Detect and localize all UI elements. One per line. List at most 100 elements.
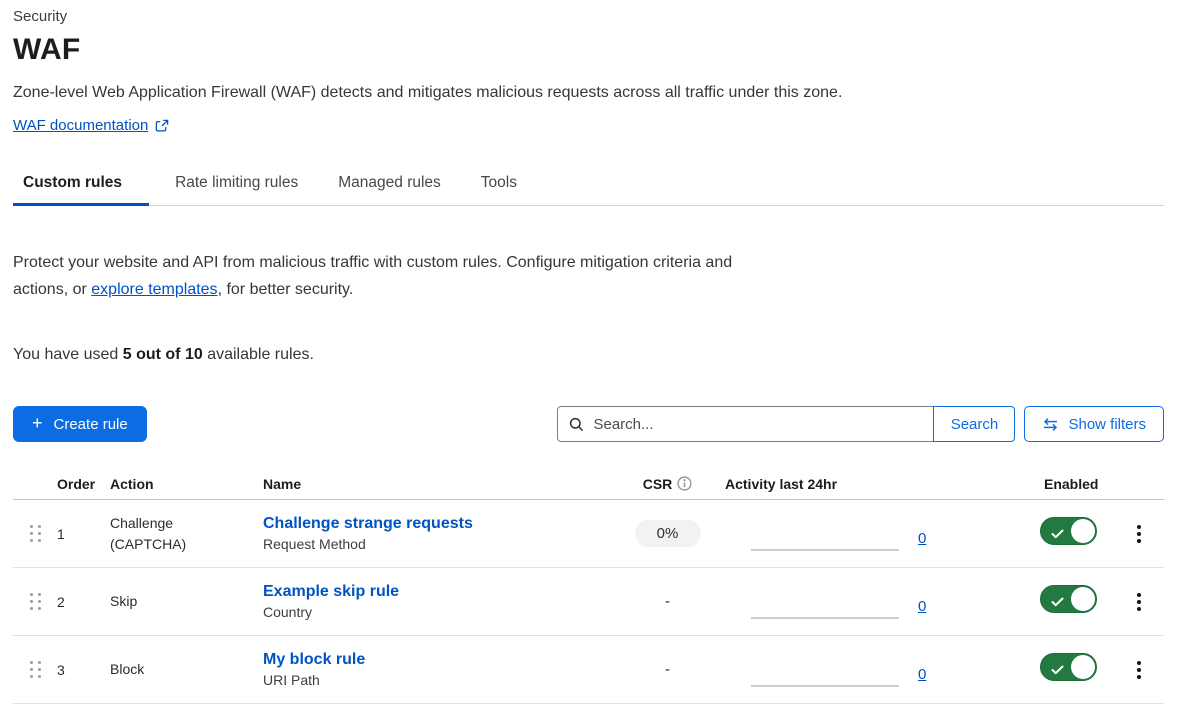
text-segment: , for better security.: [218, 281, 354, 298]
drag-handle-icon[interactable]: [26, 589, 45, 614]
activity-sparkline: [751, 617, 899, 619]
drag-cell: [13, 657, 57, 682]
drag-handle-icon[interactable]: [26, 521, 45, 546]
search-group: Search: [557, 406, 1015, 442]
enabled-cell: [1010, 653, 1114, 686]
rule-action: Challenge (CAPTCHA): [110, 513, 263, 555]
rule-name-link[interactable]: Challenge strange requests: [263, 515, 610, 533]
rules-usage-text: You have used 5 out of 10 available rule…: [13, 346, 1164, 364]
enabled-cell: [1010, 585, 1114, 618]
activity-sparkline: [751, 685, 899, 687]
search-box: [557, 406, 934, 442]
csr-cell: 0%: [610, 520, 725, 547]
check-icon: [1051, 594, 1064, 612]
search-icon: [569, 417, 584, 432]
rule-action: Block: [110, 659, 263, 680]
csr-value: -: [665, 661, 670, 678]
explore-templates-link[interactable]: explore templates: [91, 281, 217, 298]
rules-toolbar: + Create rule Search: [13, 406, 1164, 442]
check-icon: [1051, 662, 1064, 680]
tab-custom-rules[interactable]: Custom rules: [13, 165, 149, 205]
rule-name-cell: Example skip rule Country: [263, 583, 610, 620]
menu-cell: [1114, 520, 1164, 548]
waf-tabs: Custom rules Rate limiting rules Managed…: [13, 165, 1164, 206]
search-input[interactable]: [593, 416, 922, 433]
menu-cell: [1114, 656, 1164, 684]
activity-cell: 0: [725, 661, 1010, 678]
show-filters-label: Show filters: [1068, 416, 1146, 433]
rule-name-cell: My block rule URI Path: [263, 651, 610, 688]
page-title: WAF: [13, 33, 1164, 67]
csr-cell: -: [610, 661, 725, 678]
search-button[interactable]: Search: [933, 406, 1015, 442]
tab-rate-limiting-rules[interactable]: Rate limiting rules: [161, 165, 312, 205]
doc-link-row: WAF documentation: [13, 117, 1164, 135]
column-header-enabled: Enabled: [1010, 476, 1114, 492]
waf-documentation-link[interactable]: WAF documentation: [13, 117, 169, 134]
text-segment: You have used: [13, 346, 123, 363]
tab-managed-rules[interactable]: Managed rules: [324, 165, 455, 205]
rule-order: 3: [57, 662, 110, 678]
custom-rules-table: Order Action Name CSR Activity last 24hr…: [13, 468, 1164, 704]
enabled-cell: [1010, 517, 1114, 550]
rule-field-label: Request Method: [263, 536, 610, 552]
column-header-action: Action: [110, 476, 263, 492]
waf-documentation-label: WAF documentation: [13, 117, 148, 134]
rules-usage-count: 5 out of 10: [123, 346, 203, 363]
table-row: 2 Skip Example skip rule Country - 0: [13, 568, 1164, 636]
text-segment: available rules.: [203, 346, 314, 363]
swap-arrows-icon: [1042, 417, 1059, 432]
rule-action-label: Challenge (CAPTCHA): [110, 513, 228, 555]
activity-count-link[interactable]: 0: [918, 598, 926, 615]
rule-name-link[interactable]: Example skip rule: [263, 583, 610, 601]
waf-page: Security WAF Zone-level Web Application …: [0, 0, 1177, 704]
rule-field-label: URI Path: [263, 672, 610, 688]
table-row: 3 Block My block rule URI Path - 0: [13, 636, 1164, 704]
table-header-row: Order Action Name CSR Activity last 24hr…: [13, 468, 1164, 500]
rule-action-label: Block: [110, 659, 144, 680]
csr-cell: -: [610, 593, 725, 610]
breadcrumb: Security: [13, 8, 1164, 25]
table-row: 1 Challenge (CAPTCHA) Challenge strange …: [13, 500, 1164, 568]
menu-cell: [1114, 588, 1164, 616]
enabled-toggle[interactable]: [1040, 585, 1097, 613]
rule-order: 1: [57, 526, 110, 542]
create-rule-button[interactable]: + Create rule: [13, 406, 147, 442]
toggle-knob: [1071, 587, 1095, 611]
kebab-menu-icon[interactable]: [1129, 588, 1149, 616]
drag-cell: [13, 521, 57, 546]
activity-cell: 0: [725, 525, 1010, 542]
activity-count-link[interactable]: 0: [918, 666, 926, 683]
column-header-activity: Activity last 24hr: [725, 476, 1010, 492]
rule-action-label: Skip: [110, 591, 137, 612]
rule-field-label: Country: [263, 604, 610, 620]
activity-cell: 0: [725, 593, 1010, 610]
page-description: Zone-level Web Application Firewall (WAF…: [13, 84, 1164, 102]
activity-count-link[interactable]: 0: [918, 530, 926, 547]
rule-name-cell: Challenge strange requests Request Metho…: [263, 515, 610, 552]
drag-cell: [13, 589, 57, 614]
column-header-name: Name: [263, 476, 610, 492]
column-header-order: Order: [57, 476, 110, 492]
info-icon[interactable]: [677, 476, 692, 491]
create-rule-label: Create rule: [54, 416, 128, 433]
column-header-csr: CSR: [610, 476, 725, 492]
plus-icon: +: [32, 414, 43, 432]
external-link-icon: [155, 119, 169, 133]
drag-handle-icon[interactable]: [26, 657, 45, 682]
csr-badge: 0%: [635, 520, 701, 547]
search-area: Search Show filters: [557, 406, 1164, 442]
check-icon: [1051, 526, 1064, 544]
enabled-toggle[interactable]: [1040, 653, 1097, 681]
csr-value: -: [665, 593, 670, 610]
custom-rules-description: Protect your website and API from malici…: [13, 249, 745, 303]
kebab-menu-icon[interactable]: [1129, 656, 1149, 684]
toggle-knob: [1071, 519, 1095, 543]
rule-name-link[interactable]: My block rule: [263, 651, 610, 669]
rule-action: Skip: [110, 591, 263, 612]
enabled-toggle[interactable]: [1040, 517, 1097, 545]
toggle-knob: [1071, 655, 1095, 679]
show-filters-button[interactable]: Show filters: [1024, 406, 1164, 442]
tab-tools[interactable]: Tools: [467, 165, 531, 205]
kebab-menu-icon[interactable]: [1129, 520, 1149, 548]
